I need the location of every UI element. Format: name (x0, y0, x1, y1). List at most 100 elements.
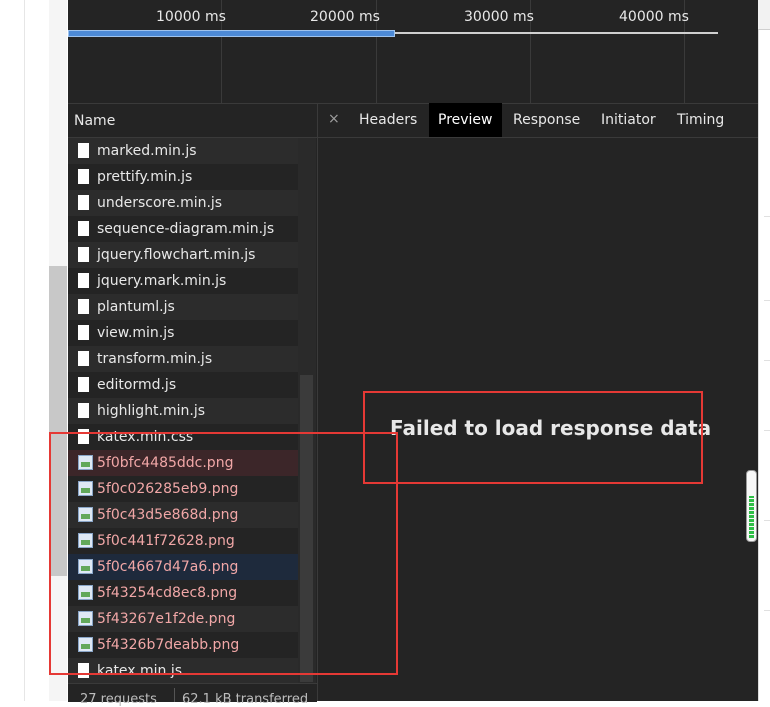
request-row[interactable]: underscore.min.js (68, 190, 298, 216)
request-row[interactable]: katex.min.css (68, 424, 298, 450)
request-name: 5f43254cd8ec8.png (97, 585, 238, 601)
details-tab-bar: × Headers Preview Response Initiator Tim… (318, 103, 758, 138)
image-icon (78, 481, 93, 496)
timeline-tick-label: 30000 ms (464, 9, 534, 25)
gutter-line (764, 430, 770, 431)
file-icon (78, 273, 89, 288)
page-scrollbar-thumb[interactable] (49, 266, 67, 576)
request-name: jquery.flowchart.min.js (97, 247, 256, 263)
file-icon (78, 429, 89, 444)
request-row[interactable]: 5f0c43d5e868d.png (68, 502, 298, 528)
request-row[interactable]: 5f0c4667d47a6.png (68, 554, 298, 580)
image-icon (78, 637, 93, 652)
request-row[interactable]: 5f0c026285eb9.png (68, 476, 298, 502)
close-icon[interactable]: × (328, 111, 340, 127)
request-name: 5f43267e1f2de.png (97, 611, 236, 627)
timeline-selection-bar[interactable] (68, 30, 395, 37)
image-icon (78, 507, 93, 522)
gutter-line (764, 610, 770, 611)
request-row[interactable]: plantuml.js (68, 294, 298, 320)
request-row[interactable]: jquery.mark.min.js (68, 268, 298, 294)
request-name: view.min.js (97, 325, 175, 341)
image-icon (78, 533, 93, 548)
request-row[interactable]: 5f0bfc4485ddc.png (68, 450, 298, 476)
page-right-gutter (758, 0, 770, 701)
file-icon (78, 325, 89, 340)
request-list-scrollbar-thumb[interactable] (300, 375, 313, 682)
request-count: 27 requests (80, 692, 157, 707)
tab-preview[interactable]: Preview (429, 103, 502, 137)
request-row[interactable]: view.min.js (68, 320, 298, 346)
timeline-tick-label: 10000 ms (156, 9, 226, 25)
file-icon (78, 143, 89, 158)
request-list[interactable]: marked.min.js prettify.min.js underscore.m… (68, 138, 298, 683)
network-overview-timeline[interactable]: 10000 ms 20000 ms 30000 ms 40000 ms (68, 0, 758, 104)
page-edge-line (24, 0, 25, 701)
request-row[interactable]: 5f4326b7deabb.png (68, 632, 298, 658)
request-list-scrollbar[interactable] (298, 138, 316, 683)
name-column-header[interactable]: Name (68, 103, 318, 138)
name-column-label: Name (74, 113, 116, 129)
timeline-tick-label: 20000 ms (310, 9, 380, 25)
request-row[interactable]: highlight.min.js (68, 398, 298, 424)
request-row[interactable]: 5f0c441f72628.png (68, 528, 298, 554)
gutter-line (764, 520, 770, 521)
request-name: 5f0c4667d47a6.png (97, 559, 239, 575)
request-name: sequence-diagram.min.js (97, 221, 275, 237)
gutter-line (764, 360, 770, 361)
panel-divider[interactable] (317, 103, 318, 701)
request-row[interactable]: transform.min.js (68, 346, 298, 372)
file-icon (78, 377, 89, 392)
preview-error-message: Failed to load response data (390, 416, 712, 440)
gutter-toolbar (758, 0, 770, 30)
request-row[interactable]: 5f43254cd8ec8.png (68, 580, 298, 606)
request-name: transform.min.js (97, 351, 213, 367)
network-status-bar: 27 requests 62.1 kB transferred (68, 683, 317, 707)
request-name: katex.min.css (97, 429, 194, 445)
file-icon (78, 299, 89, 314)
request-name: 5f0c026285eb9.png (97, 481, 239, 497)
request-row[interactable]: editormd.js (68, 372, 298, 398)
tab-initiator[interactable]: Initiator (592, 103, 665, 137)
request-name: prettify.min.js (97, 169, 193, 185)
file-icon (78, 663, 89, 678)
level-meter-fill (749, 496, 754, 538)
file-icon (78, 221, 89, 236)
request-name: 5f0c43d5e868d.png (97, 507, 239, 523)
file-icon (78, 195, 89, 210)
gutter-line (764, 300, 770, 301)
tab-response[interactable]: Response (504, 103, 589, 137)
request-name: marked.min.js (97, 143, 197, 159)
image-icon (78, 611, 93, 626)
image-icon (78, 559, 93, 574)
file-icon (78, 247, 89, 262)
file-icon (78, 403, 89, 418)
transferred-size: 62.1 kB transferred (182, 692, 309, 707)
request-row[interactable]: sequence-diagram.min.js (68, 216, 298, 242)
image-icon (78, 585, 93, 600)
timeline-tick-label: 40000 ms (619, 9, 689, 25)
request-row[interactable]: 5f43267e1f2de.png (68, 606, 298, 632)
request-name: editormd.js (97, 377, 177, 393)
devtools-network-panel: 10000 ms 20000 ms 30000 ms 40000 ms Name… (68, 0, 758, 707)
file-icon (78, 351, 89, 366)
request-name: katex.min.js (97, 663, 183, 679)
request-row[interactable]: jquery.flowchart.min.js (68, 242, 298, 268)
request-name: underscore.min.js (97, 195, 223, 211)
gutter-line (764, 216, 770, 217)
tab-timing[interactable]: Timing (668, 103, 733, 137)
request-name: 5f0c441f72628.png (97, 533, 235, 549)
request-name: 5f0bfc4485ddc.png (97, 455, 234, 471)
request-row[interactable]: marked.min.js (68, 138, 298, 164)
status-separator (174, 688, 175, 702)
request-name: 5f4326b7deabb.png (97, 637, 240, 653)
request-name: plantuml.js (97, 299, 175, 315)
file-icon (78, 169, 89, 184)
request-name: highlight.min.js (97, 403, 206, 419)
request-name: jquery.mark.min.js (97, 273, 227, 289)
request-row[interactable]: katex.min.js (68, 658, 298, 683)
tab-headers[interactable]: Headers (350, 103, 426, 137)
image-icon (78, 455, 93, 470)
level-meter-icon (746, 470, 757, 542)
request-row[interactable]: prettify.min.js (68, 164, 298, 190)
